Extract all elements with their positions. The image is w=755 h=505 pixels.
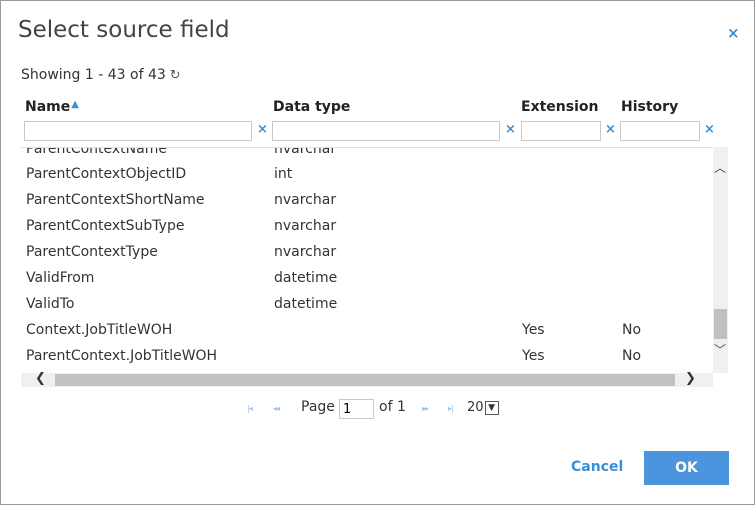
clear-filter-name-icon[interactable]: × (257, 122, 268, 137)
column-header-history[interactable]: History (621, 99, 678, 115)
cell-name: ParentContextShortName (26, 192, 205, 208)
next-page-icon[interactable]: ▸▸ (422, 404, 429, 413)
record-count: Showing 1 - 43 of 43 ↻ (21, 67, 181, 83)
page-size-value: 20 (467, 400, 484, 415)
scroll-down-icon[interactable]: ﹀ (714, 341, 726, 358)
last-page-icon[interactable]: ▸| (448, 404, 454, 413)
filter-history-input[interactable] (620, 121, 700, 141)
dialog-title: Select source field (18, 17, 230, 43)
cancel-button[interactable]: Cancel (571, 459, 623, 475)
refresh-icon[interactable]: ↻ (170, 68, 181, 83)
cell-data-type: nvarchar (274, 192, 337, 208)
horizontal-scroll-thumb[interactable] (55, 374, 675, 386)
filter-data-type-input[interactable] (272, 121, 500, 141)
cell-data-type: datetime (274, 270, 338, 286)
cell-name: Context.JobTitleWOH (26, 322, 173, 338)
page-number-input[interactable] (339, 399, 374, 419)
cell-name: ValidFrom (26, 270, 95, 286)
cell-name: ParentContextName (26, 147, 167, 157)
record-count-text: Showing 1 - 43 of 43 (21, 67, 166, 83)
clear-filter-history-icon[interactable]: × (704, 122, 715, 137)
table-row[interactable]: Context.JobTitleWOH Yes No (21, 317, 713, 343)
grid-body: ParentContextName nvarchar ParentContext… (21, 147, 713, 374)
previous-page-icon[interactable]: ◂◂ (273, 404, 280, 413)
cell-data-type: datetime (274, 296, 338, 312)
scroll-right-icon[interactable]: ❯ (685, 371, 696, 386)
scroll-left-icon[interactable]: ❮ (35, 371, 46, 386)
page-size-select[interactable]: 20 ▼ (467, 400, 499, 418)
cell-extension: Yes (522, 322, 545, 338)
table-row[interactable]: ParentContextSubType nvarchar (21, 213, 713, 239)
clear-filter-data-type-icon[interactable]: × (505, 122, 516, 137)
column-header-extension[interactable]: Extension (521, 99, 598, 115)
select-source-field-dialog: Select source field × Showing 1 - 43 of … (0, 0, 755, 505)
vertical-scrollbar[interactable]: ︿ ﹀ (713, 147, 728, 373)
first-page-icon[interactable]: |◂ (247, 404, 253, 413)
chevron-down-icon: ▼ (484, 400, 499, 415)
vertical-scroll-thumb[interactable] (714, 309, 727, 339)
column-header-name[interactable]: Name▲ (25, 99, 79, 115)
table-row[interactable]: ParentContextType nvarchar (21, 239, 713, 265)
close-icon[interactable]: × (727, 24, 740, 42)
cell-name: ParentContextSubType (26, 218, 185, 234)
table-row[interactable]: ValidFrom datetime (21, 265, 713, 291)
cell-name: ParentContext.JobTitleWOH (26, 348, 218, 364)
cell-data-type: nvarchar (274, 218, 337, 234)
cell-history: No (622, 348, 642, 364)
cell-data-type: nvarchar (274, 147, 337, 157)
filter-extension-input[interactable] (521, 121, 601, 141)
page-label: Page (301, 399, 335, 415)
table-row[interactable]: ParentContext.JobTitleWOH Yes No (21, 343, 713, 369)
cell-name: ParentContextType (26, 244, 158, 260)
cell-name: ParentContextObjectID (26, 166, 187, 182)
page-count-label: of 1 (379, 399, 406, 415)
ok-button[interactable]: OK (644, 451, 729, 485)
table-row[interactable]: ParentContextObjectID int (21, 161, 713, 187)
cell-data-type: int (274, 166, 293, 182)
table-row[interactable]: ParentContextShortName nvarchar (21, 187, 713, 213)
cell-name: ValidTo (26, 296, 75, 312)
table-row[interactable]: ValidTo datetime (21, 291, 713, 317)
filter-name-input[interactable] (24, 121, 252, 141)
cell-data-type: nvarchar (274, 244, 337, 260)
cell-history: No (622, 322, 642, 338)
scroll-up-icon[interactable]: ︿ (714, 159, 726, 176)
table-row[interactable]: ParentContextName nvarchar (21, 147, 713, 162)
column-header-name-label: Name (25, 99, 71, 115)
horizontal-scrollbar[interactable]: ❮ ❯ (21, 371, 713, 387)
column-header-data-type[interactable]: Data type (273, 99, 350, 115)
cell-extension: Yes (522, 348, 545, 364)
clear-filter-extension-icon[interactable]: × (605, 122, 616, 137)
sort-ascending-icon: ▲ (71, 99, 79, 110)
